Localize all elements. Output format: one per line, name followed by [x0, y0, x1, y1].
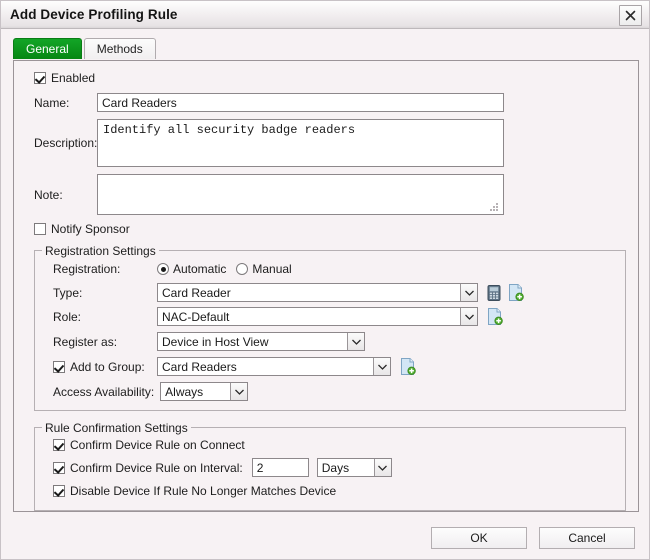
title-bar: Add Device Profiling Rule: [1, 1, 649, 29]
add-to-group-select-value: Card Readers: [158, 360, 373, 374]
tab-methods-label: Methods: [97, 42, 143, 56]
chevron-down-icon[interactable]: [460, 284, 477, 301]
confirm-on-interval-checkbox-row[interactable]: Confirm Device Rule on Interval:: [53, 461, 243, 475]
access-availability-select-value: Always: [161, 385, 230, 399]
access-availability-row: Access Availability: Always: [35, 382, 625, 401]
general-tab-panel: Enabled Name: Card Readers Description: …: [13, 60, 639, 512]
close-glyph: [625, 10, 636, 21]
new-document-icon[interactable]: [400, 358, 416, 375]
registration-manual-label: Manual: [252, 262, 291, 276]
role-select[interactable]: NAC-Default: [157, 307, 478, 326]
enabled-checkbox-row[interactable]: Enabled: [34, 71, 628, 85]
add-to-group-checkbox-row[interactable]: Add to Group:: [35, 360, 157, 374]
add-device-profiling-rule-dialog: Add Device Profiling Rule General Method…: [0, 0, 650, 560]
type-select[interactable]: Card Reader: [157, 283, 478, 302]
disable-if-no-match-checkbox[interactable]: [53, 485, 65, 497]
description-row: Description: Identify all security badge…: [24, 119, 628, 167]
register-as-row: Register as: Device in Host View: [35, 332, 625, 351]
type-select-value: Card Reader: [158, 286, 460, 300]
close-icon[interactable]: [619, 5, 642, 26]
dialog-button-bar: OK Cancel: [1, 527, 649, 549]
role-select-value: NAC-Default: [158, 310, 460, 324]
confirm-on-connect-label: Confirm Device Rule on Connect: [70, 438, 245, 452]
name-row: Name: Card Readers: [24, 93, 628, 112]
access-availability-label: Access Availability:: [35, 385, 154, 399]
name-input[interactable]: Card Readers: [97, 93, 504, 112]
new-document-icon[interactable]: [508, 284, 524, 301]
register-as-label: Register as:: [35, 335, 157, 349]
confirm-on-connect-checkbox[interactable]: [53, 439, 65, 451]
interval-unit-value: Days: [318, 461, 374, 475]
role-row: Role: NAC-Default: [35, 307, 625, 326]
chevron-down-icon[interactable]: [230, 383, 247, 400]
registration-automatic-label: Automatic: [173, 262, 226, 276]
cancel-button[interactable]: Cancel: [539, 527, 635, 549]
type-row: Type: Card Reader: [35, 283, 625, 302]
add-to-group-row: Add to Group: Card Readers: [35, 357, 625, 376]
note-textarea[interactable]: [97, 174, 504, 215]
rule-confirmation-settings-title: Rule Confirmation Settings: [42, 421, 191, 435]
registration-settings-group: Registration Settings Registration: Auto…: [34, 250, 626, 411]
registration-option-manual[interactable]: Manual: [236, 262, 291, 276]
interval-unit-select[interactable]: Days: [317, 458, 392, 477]
chevron-down-icon[interactable]: [347, 333, 364, 350]
registration-radio-manual[interactable]: [236, 263, 248, 275]
note-resize-grip[interactable]: [490, 203, 499, 212]
tab-general-label: General: [26, 42, 69, 56]
page-title: Add Device Profiling Rule: [1, 7, 178, 22]
role-label: Role:: [35, 310, 157, 324]
type-label: Type:: [35, 286, 157, 300]
chevron-down-icon[interactable]: [460, 308, 477, 325]
disable-if-no-match-label: Disable Device If Rule No Longer Matches…: [70, 484, 336, 498]
register-as-select[interactable]: Device in Host View: [157, 332, 365, 351]
description-textarea[interactable]: Identify all security badge readers: [97, 119, 504, 167]
enabled-checkbox[interactable]: [34, 72, 46, 84]
confirm-on-connect-row[interactable]: Confirm Device Rule on Connect: [53, 438, 625, 452]
new-document-icon[interactable]: [487, 308, 503, 325]
registration-label: Registration:: [35, 262, 157, 276]
ok-button-label: OK: [470, 531, 487, 545]
ok-button[interactable]: OK: [431, 527, 527, 549]
confirm-on-interval-row: Confirm Device Rule on Interval: 2 Days: [53, 458, 625, 477]
cancel-button-label: Cancel: [568, 531, 605, 545]
confirm-on-interval-label: Confirm Device Rule on Interval:: [70, 461, 243, 475]
registration-settings-title: Registration Settings: [42, 244, 159, 258]
registration-option-automatic[interactable]: Automatic: [157, 262, 226, 276]
note-label: Note:: [24, 188, 97, 202]
add-to-group-checkbox[interactable]: [53, 361, 65, 373]
name-label: Name:: [24, 96, 97, 110]
description-label: Description:: [24, 136, 97, 150]
rule-confirmation-settings-group: Rule Confirmation Settings Confirm Devic…: [34, 427, 626, 511]
notify-sponsor-label: Notify Sponsor: [51, 222, 130, 236]
chevron-down-icon[interactable]: [374, 459, 391, 476]
tab-strip: General Methods: [13, 37, 649, 59]
tab-general[interactable]: General: [13, 38, 82, 59]
notify-sponsor-row[interactable]: Notify Sponsor: [34, 222, 628, 236]
add-to-group-label: Add to Group:: [70, 360, 145, 374]
note-row: Note:: [24, 174, 628, 215]
confirm-on-interval-checkbox[interactable]: [53, 462, 65, 474]
notify-sponsor-checkbox[interactable]: [34, 223, 46, 235]
tab-methods[interactable]: Methods: [84, 38, 156, 59]
device-icon[interactable]: [487, 285, 501, 301]
register-as-select-value: Device in Host View: [158, 335, 347, 349]
access-availability-select[interactable]: Always: [160, 382, 248, 401]
chevron-down-icon[interactable]: [373, 358, 390, 375]
registration-radio-automatic[interactable]: [157, 263, 169, 275]
add-to-group-select[interactable]: Card Readers: [157, 357, 391, 376]
disable-if-no-match-row[interactable]: Disable Device If Rule No Longer Matches…: [53, 484, 625, 498]
registration-row: Registration: Automatic Manual: [35, 262, 625, 276]
enabled-label: Enabled: [51, 71, 95, 85]
interval-value-input[interactable]: 2: [252, 458, 309, 477]
